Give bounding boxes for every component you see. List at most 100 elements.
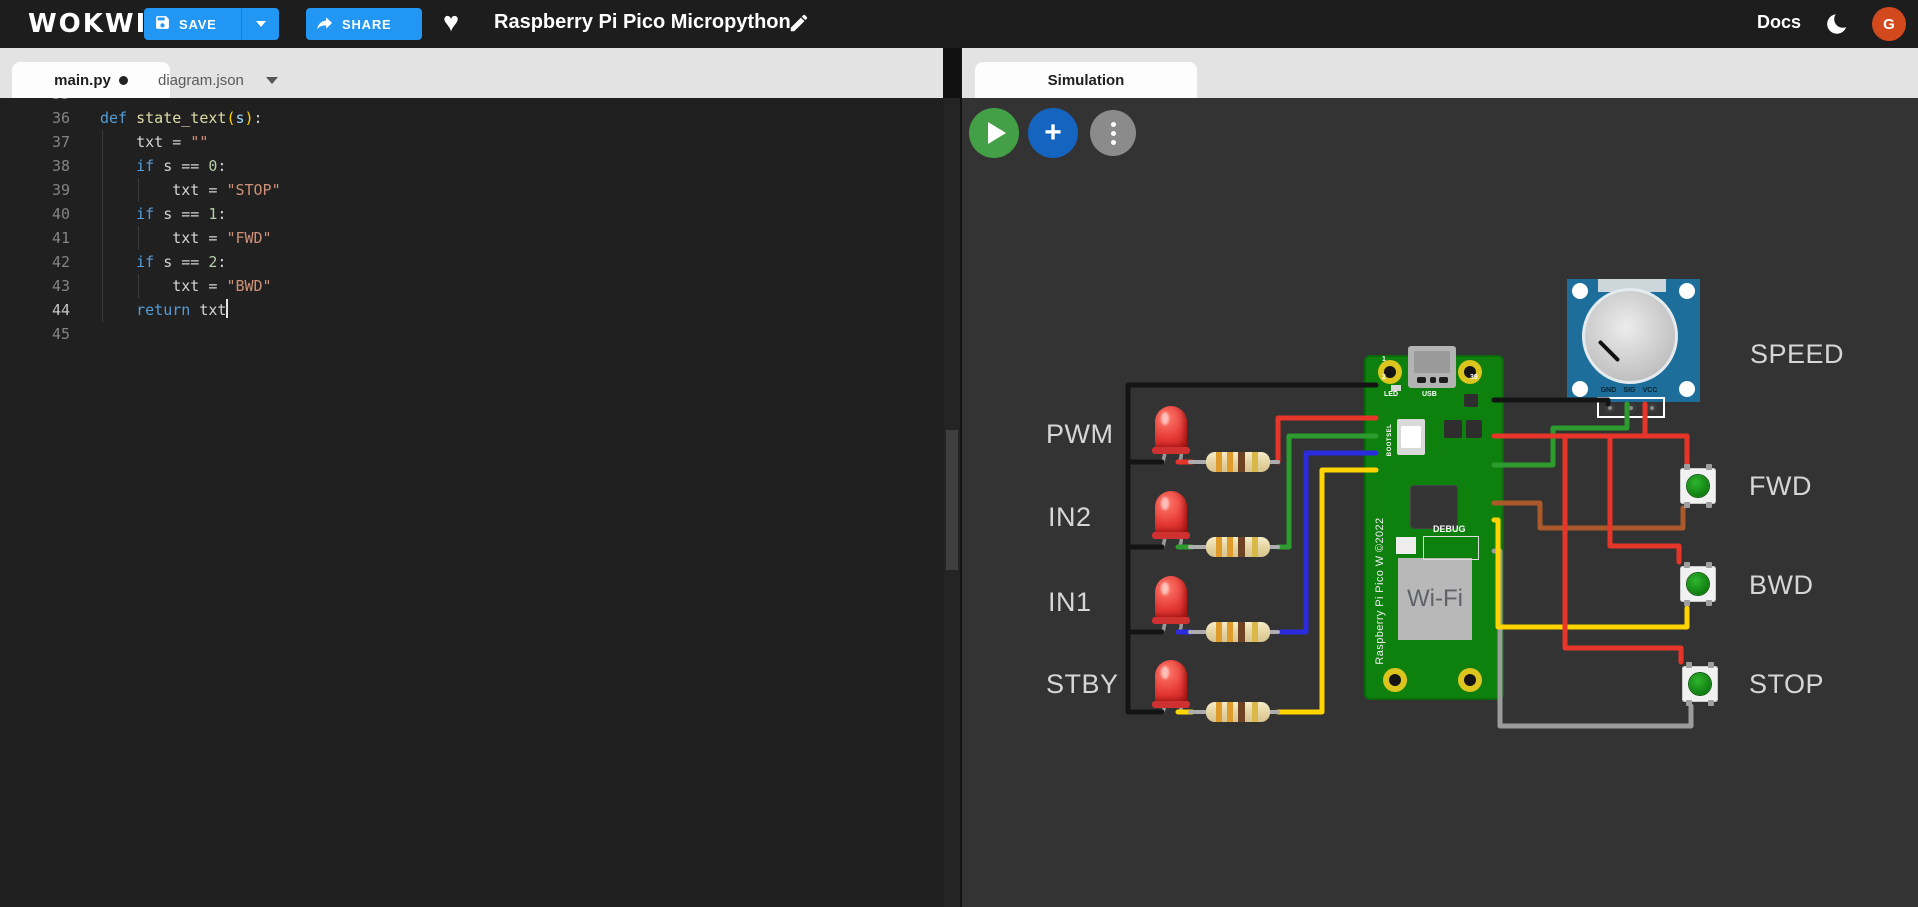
simulation-menu-button[interactable] (1090, 110, 1136, 156)
pushbutton-stop[interactable] (1682, 662, 1718, 706)
label-pwm: PWM (1046, 419, 1114, 449)
chip (1444, 420, 1462, 438)
code-line[interactable]: 43 txt = "BWD" (0, 274, 944, 298)
pin-number-label: 39 (1470, 374, 1478, 381)
kebab-menu-icon (1110, 121, 1116, 145)
line-number: 35 (0, 98, 70, 106)
tab-simulation[interactable]: Simulation (975, 62, 1197, 98)
resistor[interactable] (1206, 702, 1270, 722)
pin-number-label: 1 (1382, 356, 1386, 363)
bootsel-label: BOOTSEL (1387, 423, 1393, 457)
code-editor[interactable]: 3536def state_text(s):37 txt = ""38 if s… (0, 98, 944, 907)
code-line[interactable]: 37 txt = "" (0, 130, 944, 154)
scrollbar-thumb[interactable] (946, 430, 958, 570)
mount-hole (1383, 668, 1407, 692)
button-cap (1687, 573, 1709, 595)
resistor[interactable] (1206, 452, 1270, 472)
wifi-module: Wi-Fi (1398, 558, 1472, 640)
project-title[interactable]: Raspberry Pi Pico Micropython (494, 11, 791, 34)
pane-divider[interactable] (960, 48, 962, 907)
editor-scrollbar[interactable] (944, 98, 960, 907)
docs-link[interactable]: Docs (1757, 12, 1801, 33)
pot-gnd-label: GND (1600, 387, 1617, 394)
code-line[interactable]: 45 (0, 322, 944, 346)
dark-mode-moon-icon[interactable] (1825, 10, 1852, 42)
board-silkscreen-text: Raspberry Pi Pico W ©2022 (1374, 517, 1386, 665)
line-number: 37 (51, 133, 70, 151)
text-cursor (226, 299, 229, 318)
pot-hole (1572, 381, 1588, 397)
code-line[interactable]: 40 if s == 1: (0, 202, 944, 226)
chevron-down-icon[interactable] (265, 76, 278, 84)
line-number: 38 (51, 157, 70, 175)
add-part-button[interactable]: + (1028, 108, 1078, 158)
edit-pencil-icon[interactable] (788, 12, 810, 39)
line-number: 42 (51, 253, 70, 271)
plus-icon: + (1044, 116, 1062, 149)
chip (1466, 420, 1482, 438)
code-line[interactable]: 38 if s == 0: (0, 154, 944, 178)
editor-tab-bar: main.py diagram.json (0, 48, 943, 98)
led-silk-label: LED (1384, 391, 1398, 398)
play-button[interactable] (969, 108, 1019, 158)
code-line[interactable]: 36 def state_text(s): (0, 106, 944, 130)
pot-sig-label: SIG (1623, 387, 1636, 394)
wokwi-logo[interactable]: WOKWI (28, 9, 147, 39)
line-number: 43 (51, 277, 70, 295)
code-line[interactable]: 41 txt = "FWD" (0, 226, 944, 250)
debug-silk-label: DEBUG (1433, 524, 1466, 534)
resistor[interactable] (1206, 622, 1270, 642)
line-number: 36 (51, 109, 70, 127)
button-cap (1687, 475, 1709, 497)
code-line[interactable]: 35 (0, 98, 944, 106)
pot-hole (1679, 381, 1695, 397)
pot-hole (1679, 283, 1695, 299)
label-speed: SPEED (1750, 339, 1845, 369)
led-stby[interactable] (1152, 660, 1190, 708)
pot-pins (1597, 397, 1665, 418)
resistor[interactable] (1206, 537, 1270, 557)
chevron-down-icon (255, 21, 266, 27)
led-pwm[interactable] (1152, 406, 1190, 454)
play-icon (987, 122, 1006, 144)
save-icon (154, 14, 171, 34)
usb-silk-label: USB (1422, 391, 1437, 398)
mount-hole (1458, 668, 1482, 692)
pin-number-label: 2 (1382, 374, 1386, 381)
pot-hole (1572, 283, 1588, 299)
potentiometer-knob[interactable] (1582, 288, 1678, 384)
usb-connector (1408, 346, 1456, 388)
code-line[interactable]: 44 return txt (0, 298, 944, 322)
wifi-label: Wi-Fi (1407, 585, 1463, 612)
led-in1[interactable] (1152, 576, 1190, 624)
save-button-label: SAVE (179, 16, 217, 32)
simulation-tab-bar: Simulation (962, 48, 1918, 98)
bootsel-button[interactable] (1397, 419, 1425, 455)
label-fwd: FWD (1749, 471, 1812, 501)
label-stop: STOP (1749, 669, 1825, 699)
smd-part (1396, 537, 1416, 554)
line-number: 44 (51, 301, 70, 319)
label-stby: STBY (1046, 669, 1119, 699)
pushbutton-bwd[interactable] (1680, 562, 1716, 606)
tab-main-py-label: main.py (54, 71, 111, 89)
label-in2: IN2 (1048, 502, 1092, 532)
button-cap (1689, 673, 1711, 695)
avatar[interactable]: G (1872, 7, 1906, 41)
top-bar: WOKWI SAVE SHARE ♥ Raspberry Pi Pico Mic… (0, 0, 1918, 48)
led-in2[interactable] (1152, 491, 1190, 539)
line-number: 39 (51, 181, 70, 199)
debug-header (1423, 536, 1479, 560)
code-line[interactable]: 39 txt = "STOP" (0, 178, 944, 202)
code-line[interactable]: 42 if s == 2: (0, 250, 944, 274)
favorite-heart-icon[interactable]: ♥ (443, 7, 459, 38)
pushbutton-fwd[interactable] (1680, 464, 1716, 508)
line-number: 40 (51, 205, 70, 223)
tab-diagram-json[interactable]: diagram.json (140, 62, 296, 98)
save-dropdown-button[interactable] (241, 8, 279, 40)
tab-simulation-label: Simulation (1047, 71, 1125, 89)
pot-vcc-label: VCC (1642, 387, 1658, 394)
share-button[interactable]: SHARE (306, 8, 422, 40)
unsaved-dot-icon (118, 75, 128, 85)
chip (1464, 394, 1478, 407)
